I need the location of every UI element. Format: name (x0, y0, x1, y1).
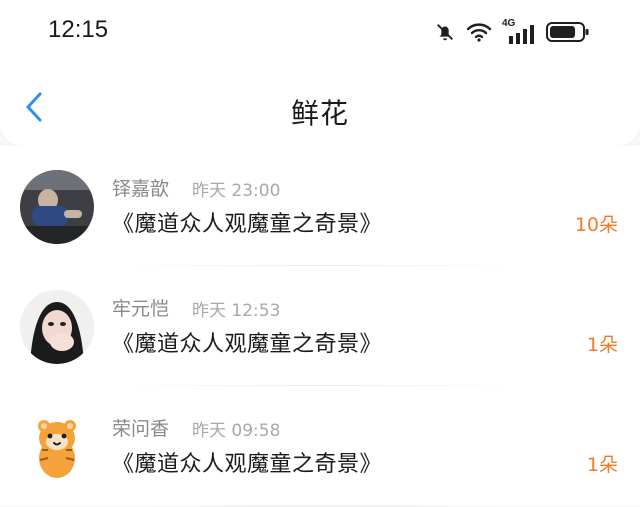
avatar[interactable] (20, 170, 94, 244)
status-time: 12:15 (48, 16, 109, 43)
list-item[interactable]: 牢元恺 昨天 12:53 《魔道众人观魔童之奇景》 1朵 (0, 266, 640, 386)
timestamp: 昨天 12:53 (192, 301, 281, 321)
work-title[interactable]: 《魔道众人观魔童之奇景》 (112, 446, 382, 478)
status-bar: 12:15 4G (0, 0, 640, 64)
flower-record-list: 铎嘉歆 昨天 23:00 《魔道众人观魔童之奇景》 10朵 牢元恺 昨天 12:… (0, 146, 640, 506)
wifi-icon (466, 23, 492, 42)
list-item[interactable]: 铎嘉歆 昨天 23:00 《魔道众人观魔童之奇景》 10朵 (0, 146, 640, 266)
top-bar: 12:15 4G 鲜花 (0, 0, 640, 146)
mute-icon (437, 24, 453, 41)
work-title[interactable]: 《魔道众人观魔童之奇景》 (112, 206, 382, 238)
battery-icon (546, 22, 589, 42)
user-name[interactable]: 牢元恺 (112, 294, 169, 321)
status-icons: 4G (434, 18, 590, 46)
page-title: 鲜花 (290, 97, 349, 130)
user-name[interactable]: 铎嘉歆 (112, 174, 169, 201)
nav-header: 鲜花 (0, 64, 640, 146)
avatar[interactable] (20, 410, 94, 484)
timestamp: 昨天 23:00 (192, 181, 281, 201)
timestamp: 昨天 09:58 (192, 421, 281, 441)
list-item[interactable]: 荣问香 昨天 09:58 《魔道众人观魔童之奇景》 1朵 (0, 386, 640, 506)
user-name[interactable]: 荣问香 (112, 414, 169, 441)
flower-count: 1朵 (586, 454, 618, 476)
signal-icon: 4G (502, 18, 536, 44)
flower-count: 1朵 (586, 334, 618, 356)
divider (112, 505, 530, 506)
flower-count: 10朵 (574, 214, 618, 236)
avatar[interactable] (20, 290, 94, 364)
work-title[interactable]: 《魔道众人观魔童之奇景》 (112, 326, 382, 358)
